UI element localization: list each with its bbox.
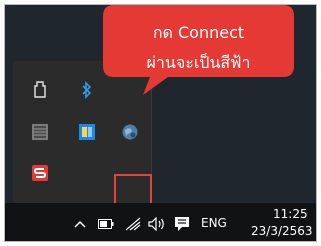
taskbar: ENG 11:25 23/3/2563	[5, 203, 316, 241]
bluetooth-icon[interactable]	[76, 79, 98, 101]
clock-time[interactable]: 11:25	[273, 207, 308, 221]
app-icon[interactable]	[76, 121, 98, 143]
instruction-callout: กด Connect ผ่านจะเป็นสีฟ้า	[102, 4, 295, 98]
keyboard-app-icon[interactable]	[29, 121, 51, 143]
sogou-input-icon[interactable]	[29, 162, 51, 184]
notification-icon[interactable]	[173, 214, 191, 234]
clock-date[interactable]: 23/3/2563	[251, 224, 313, 238]
chevron-up-icon[interactable]	[73, 214, 87, 234]
vpn-globe-icon[interactable]	[119, 121, 141, 143]
language-indicator[interactable]: ENG	[201, 216, 227, 230]
callout-line-1: กด Connect	[152, 23, 245, 42]
callout-line-2: ผ่านจะเป็นสีฟ้า	[146, 53, 251, 72]
battery-icon[interactable]	[97, 214, 115, 234]
usb-drive-icon[interactable]	[29, 79, 51, 101]
wifi-icon[interactable]	[124, 214, 142, 234]
volume-icon[interactable]	[147, 214, 167, 234]
callout-text: กด Connect ผ่านจะเป็นสีฟ้า	[102, 18, 295, 78]
